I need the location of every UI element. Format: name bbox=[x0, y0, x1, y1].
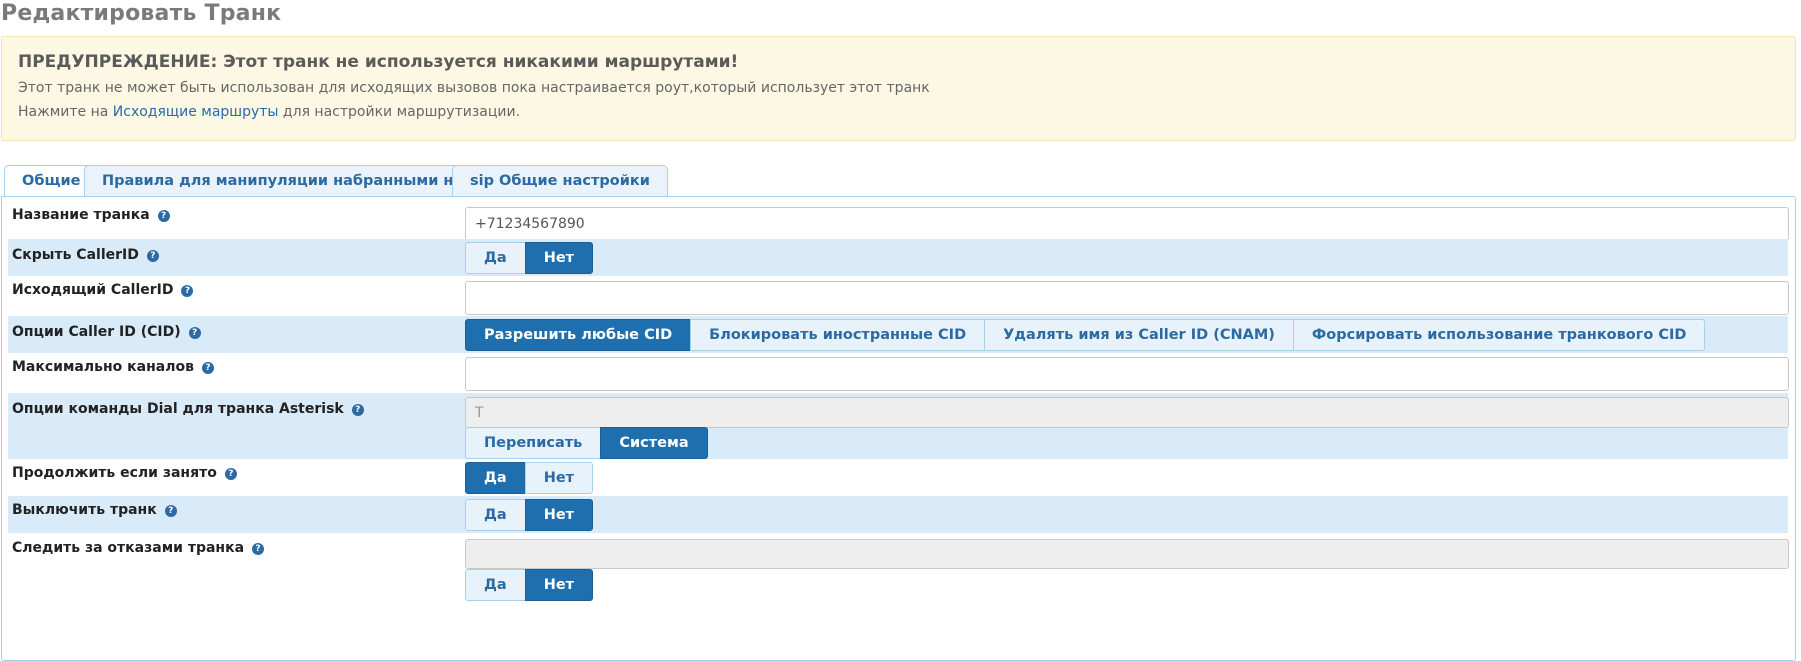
alert-title: ПРЕДУПРЕЖДЕНИЕ: Этот транк не использует… bbox=[18, 52, 739, 72]
monitor-failures-toggle: Да Нет bbox=[465, 569, 594, 601]
max-channels-label-text: Максимально каналов bbox=[12, 359, 194, 375]
cid-options-label: Опции Caller ID (CID)? bbox=[12, 324, 201, 340]
dial-options-label: Опции команды Dial для транка Asterisk? bbox=[12, 401, 364, 417]
dial-options-input: T bbox=[465, 397, 1789, 428]
row-disable-trunk: Выключить транк? Да Нет bbox=[8, 496, 1788, 533]
monitor-failures-label-text: Следить за отказами транка bbox=[12, 540, 245, 556]
help-icon[interactable]: ? bbox=[146, 250, 159, 262]
dial-options-toggle: Переписать Система bbox=[465, 427, 708, 459]
cid-options-label-text: Опции Caller ID (CID) bbox=[12, 324, 181, 340]
help-icon[interactable]: ? bbox=[252, 543, 265, 555]
alert-line-2: Нажмите на Исходящие маршруты для настро… bbox=[18, 104, 1779, 120]
continue-if-busy-no-button[interactable]: Нет bbox=[524, 462, 594, 494]
help-icon[interactable]: ? bbox=[157, 210, 170, 222]
trunk-form-panel: Название транка? +71234567890 Скрыть Cal… bbox=[1, 196, 1796, 661]
continue-if-busy-toggle: Да Нет bbox=[465, 462, 594, 494]
row-continue-if-busy: Продолжить если занято? Да Нет bbox=[8, 459, 1788, 496]
continue-if-busy-yes-button[interactable]: Да bbox=[465, 462, 526, 494]
hide-callerid-label-text: Скрыть CallerID bbox=[12, 247, 139, 263]
help-icon[interactable]: ? bbox=[224, 468, 237, 480]
help-icon[interactable]: ? bbox=[201, 362, 214, 374]
alert-line-1: Этот транк не может быть использован для… bbox=[18, 80, 930, 96]
monitor-failures-yes-button[interactable]: Да bbox=[465, 569, 526, 601]
dial-system-button[interactable]: Система bbox=[600, 427, 708, 459]
hide-callerid-yes-button[interactable]: Да bbox=[465, 242, 526, 274]
max-channels-input[interactable] bbox=[465, 357, 1789, 391]
monitor-failures-label: Следить за отказами транка? bbox=[12, 540, 265, 556]
monitor-failures-no-button[interactable]: Нет bbox=[524, 569, 594, 601]
row-dial-options: Опции команды Dial для транка Asterisk? … bbox=[8, 393, 1789, 459]
cid-options-group: Разрешить любые CID Блокировать иностран… bbox=[465, 319, 1706, 351]
cid-force-trunk-button[interactable]: Форсировать использование транкового CID bbox=[1292, 319, 1706, 351]
dial-options-label-text: Опции команды Dial для транка Asterisk bbox=[12, 401, 344, 417]
trunk-name-label: Название транка? bbox=[12, 207, 170, 223]
hide-callerid-no-button[interactable]: Нет bbox=[524, 242, 594, 274]
continue-if-busy-label-text: Продолжить если занято bbox=[12, 465, 217, 481]
row-monitor-failures: Следить за отказами транка? Да Нет bbox=[8, 533, 1789, 605]
row-max-channels: Максимально каналов? bbox=[8, 353, 1789, 393]
warning-alert: ПРЕДУПРЕЖДЕНИЕ: Этот транк не использует… bbox=[1, 36, 1796, 141]
alert-line-2-suffix: для настройки маршрутизации. bbox=[278, 104, 521, 120]
row-trunk-name: Название транка? +71234567890 bbox=[8, 197, 1789, 241]
row-outbound-callerid: Исходящий CallerID? bbox=[8, 276, 1789, 316]
disable-trunk-no-button[interactable]: Нет bbox=[524, 499, 594, 531]
dial-override-button[interactable]: Переписать bbox=[465, 427, 602, 459]
hide-callerid-toggle: Да Нет bbox=[465, 242, 594, 274]
outbound-callerid-label-text: Исходящий CallerID bbox=[12, 282, 174, 298]
row-hide-callerid: Скрыть CallerID? Да Нет bbox=[8, 239, 1788, 276]
help-icon[interactable]: ? bbox=[351, 404, 364, 416]
hide-callerid-label: Скрыть CallerID? bbox=[12, 247, 159, 263]
outbound-callerid-label: Исходящий CallerID? bbox=[12, 282, 194, 298]
trunk-name-label-text: Название транка bbox=[12, 207, 150, 223]
disable-trunk-yes-button[interactable]: Да bbox=[465, 499, 526, 531]
help-icon[interactable]: ? bbox=[181, 285, 194, 297]
row-cid-options: Опции Caller ID (CID)? Разрешить любые C… bbox=[8, 316, 1788, 353]
help-icon[interactable]: ? bbox=[188, 327, 201, 339]
outbound-callerid-input[interactable] bbox=[465, 281, 1789, 315]
disable-trunk-label-text: Выключить транк bbox=[12, 502, 157, 518]
cid-remove-cnam-button[interactable]: Удалять имя из Caller ID (CNAM) bbox=[984, 319, 1294, 351]
help-icon[interactable]: ? bbox=[164, 505, 177, 517]
max-channels-label: Максимально каналов? bbox=[12, 359, 214, 375]
continue-if-busy-label: Продолжить если занято? bbox=[12, 465, 237, 481]
monitor-failures-input bbox=[465, 539, 1789, 569]
cid-allow-any-button[interactable]: Разрешить любые CID bbox=[465, 319, 692, 351]
disable-trunk-toggle: Да Нет bbox=[465, 499, 594, 531]
page-title: Редактировать Транк bbox=[1, 1, 282, 26]
alert-line-2-prefix: Нажмите на bbox=[18, 104, 113, 120]
tab-sip-settings[interactable]: sip Общие настройки bbox=[452, 165, 668, 196]
disable-trunk-label: Выключить транк? bbox=[12, 502, 177, 518]
trunk-name-input[interactable]: +71234567890 bbox=[465, 207, 1789, 241]
outbound-routes-link[interactable]: Исходящие маршруты bbox=[113, 104, 279, 120]
cid-block-foreign-button[interactable]: Блокировать иностранные CID bbox=[690, 319, 986, 351]
